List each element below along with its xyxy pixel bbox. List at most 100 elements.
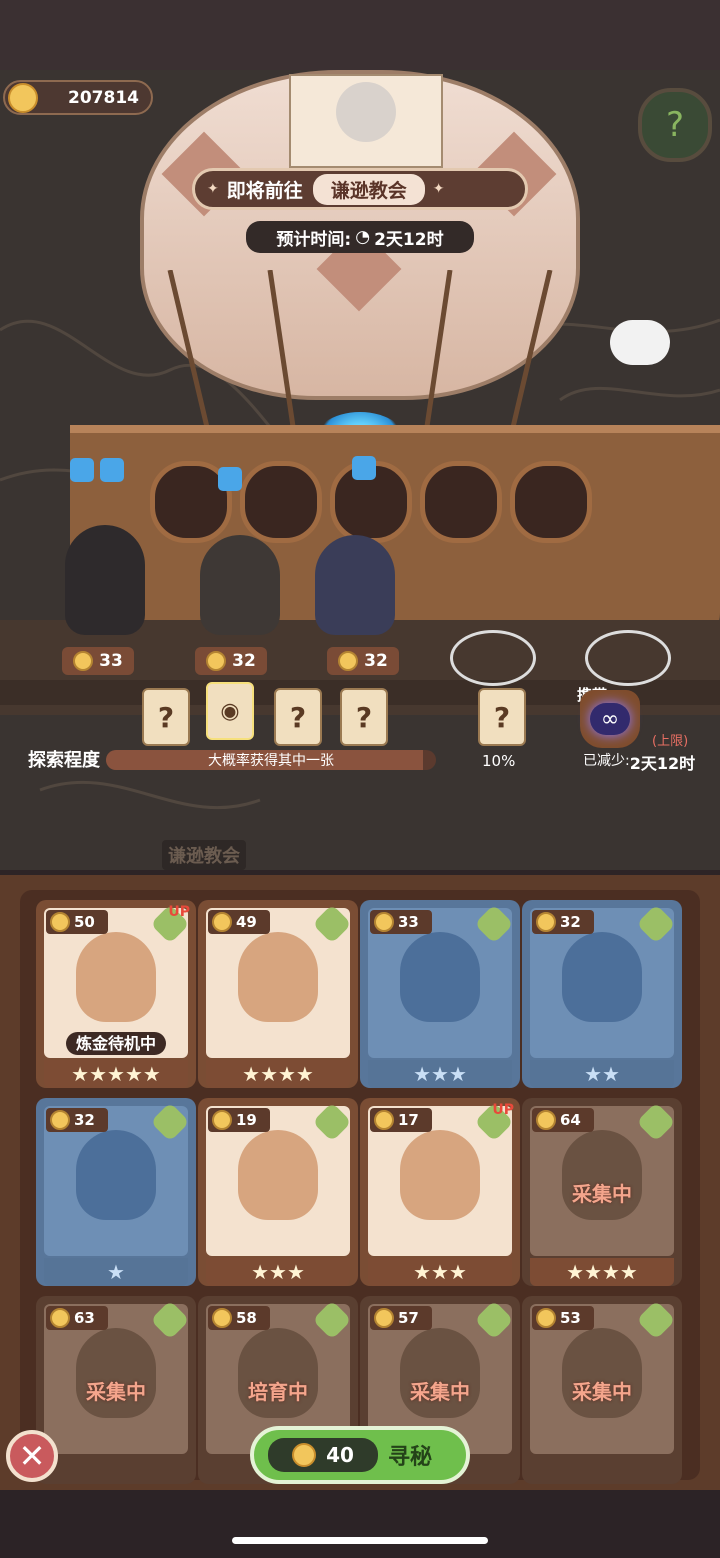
- card-level: 33: [370, 910, 432, 934]
- carry-bag[interactable]: ∞: [580, 690, 640, 748]
- card-level-value: 32: [560, 913, 581, 931]
- crown-icon: [536, 1110, 556, 1130]
- card-level-value: 50: [74, 913, 95, 931]
- seek-cost-value: 40: [326, 1443, 354, 1467]
- star-rating: ★★★: [368, 1060, 512, 1088]
- currency-amount: 207814: [68, 87, 139, 108]
- character-card[interactable]: 50 UP 炼金待机中 ★★★★★: [36, 900, 196, 1088]
- seek-label: 寻秘: [388, 1445, 433, 1470]
- close-icon[interactable]: ✕: [6, 1430, 58, 1482]
- star-rating: ★★★: [206, 1258, 350, 1286]
- character-card[interactable]: 63 采集中: [36, 1296, 196, 1484]
- element-badge-icon: [636, 904, 676, 944]
- destination-prefix: 即将前往: [226, 179, 303, 202]
- crown-icon: [212, 1110, 232, 1130]
- crown-coin-icon: [8, 82, 38, 113]
- eta-display: 预计时间: ◔ 2天12时: [246, 221, 474, 253]
- seek-button[interactable]: 40 寻秘: [250, 1426, 470, 1484]
- poster-portrait: [336, 82, 396, 142]
- empty-slot-circle[interactable]: [585, 630, 671, 686]
- reward-card-selected[interactable]: ◉: [206, 682, 254, 740]
- card-status: 炼金待机中: [44, 1030, 188, 1055]
- eta-label: 预计时间:: [276, 229, 352, 250]
- character-card[interactable]: 64 采集中 ★★★★: [522, 1098, 682, 1286]
- element-badge-icon: [312, 1102, 352, 1142]
- party-member[interactable]: 32: [305, 515, 425, 675]
- card-status: 采集中: [410, 1380, 470, 1404]
- card-level: 32: [46, 1108, 108, 1132]
- party-member[interactable]: 33: [50, 515, 170, 675]
- character-portrait: 64 采集中: [530, 1102, 676, 1256]
- crown-icon: [338, 651, 359, 671]
- character-portrait: 50 UP 炼金待机中: [44, 904, 190, 1058]
- crown-icon: [206, 651, 227, 671]
- carry-reduced: 已减少: 2天12时: [583, 750, 695, 774]
- card-level: 49: [208, 910, 270, 934]
- steam-cloud: [610, 320, 670, 365]
- map-location-label: 谦逊教会: [162, 840, 246, 870]
- card-level-value: 58: [236, 1309, 257, 1327]
- character-card[interactable]: 49 ★★★★: [198, 900, 358, 1088]
- character-face: [562, 932, 642, 1022]
- crown-icon: [50, 912, 70, 932]
- bonus-reward-card[interactable]: ?: [478, 688, 526, 746]
- character-grid: 50 UP 炼金待机中 ★★★★★ 49 ★★★★ 33 ★★★ 32 ★★ 32 ★ 19 ★★★ 17 U…: [36, 900, 686, 1484]
- up-badge: UP: [492, 1102, 514, 1118]
- element-badge-icon: [312, 904, 352, 944]
- clock-icon: ◔: [355, 227, 371, 247]
- crown-coin-icon: [292, 1443, 317, 1467]
- home-indicator[interactable]: [232, 1537, 488, 1544]
- character-portrait: 33: [368, 904, 514, 1058]
- carry-reduced-value: 2天12时: [629, 754, 696, 773]
- skill-badge-icon: [70, 458, 94, 482]
- wanted-poster: [289, 74, 443, 168]
- character-card[interactable]: 17 UP ★★★: [360, 1098, 520, 1286]
- card-level: 50: [46, 910, 108, 934]
- character-sprite: [315, 535, 395, 635]
- star-rating: ★★★★★: [44, 1060, 188, 1088]
- element-badge-icon: [474, 1300, 514, 1340]
- crown-icon: [536, 912, 556, 932]
- crown-icon: [50, 1110, 70, 1130]
- reward-card[interactable]: ?: [274, 688, 322, 746]
- card-level: 64: [532, 1108, 594, 1132]
- character-face: [76, 1130, 156, 1220]
- character-card[interactable]: 32 ★: [36, 1098, 196, 1286]
- reward-card[interactable]: ?: [142, 688, 190, 746]
- element-badge-icon: [474, 904, 514, 944]
- up-badge: UP: [168, 904, 190, 920]
- pouch-icon: ◉: [220, 698, 240, 724]
- card-level-value: 53: [560, 1309, 581, 1327]
- character-face: [238, 932, 318, 1022]
- character-card[interactable]: 33 ★★★: [360, 900, 520, 1088]
- porthole: [420, 461, 502, 543]
- crown-icon: [212, 912, 232, 932]
- currency-display: 207814: [3, 80, 153, 115]
- eta-value: 2天12时: [374, 229, 444, 250]
- empty-slot-circle[interactable]: [450, 630, 536, 686]
- character-card[interactable]: 19 ★★★: [198, 1098, 358, 1286]
- character-portrait: 17 UP: [368, 1102, 514, 1256]
- card-status-text: 炼金待机中: [65, 1032, 166, 1055]
- card-level: 17: [370, 1108, 432, 1132]
- skill-badge-icon: [352, 456, 376, 480]
- party-member[interactable]: 32: [185, 515, 305, 675]
- bonus-percent: 10%: [482, 752, 516, 770]
- character-sprite: [65, 525, 145, 635]
- crown-icon: [50, 1308, 70, 1328]
- question-leaf-icon[interactable]: ?: [638, 88, 712, 162]
- character-card[interactable]: 32 ★★: [522, 900, 682, 1088]
- crown-icon: [536, 1308, 556, 1328]
- card-level-value: 63: [74, 1309, 95, 1327]
- skill-badge-icon: [100, 458, 124, 482]
- character-portrait: 32: [44, 1102, 190, 1256]
- star-rating: ★★★★: [530, 1258, 674, 1286]
- star-rating: ★★★★: [206, 1060, 350, 1088]
- reward-card[interactable]: ?: [340, 688, 388, 746]
- destination-name[interactable]: 谦逊教会: [312, 173, 425, 205]
- character-card[interactable]: 53 采集中: [522, 1296, 682, 1484]
- card-level-value: 32: [74, 1111, 95, 1129]
- character-face: [238, 1130, 318, 1220]
- card-level-value: 64: [560, 1111, 581, 1129]
- card-status: 培育中: [248, 1380, 308, 1404]
